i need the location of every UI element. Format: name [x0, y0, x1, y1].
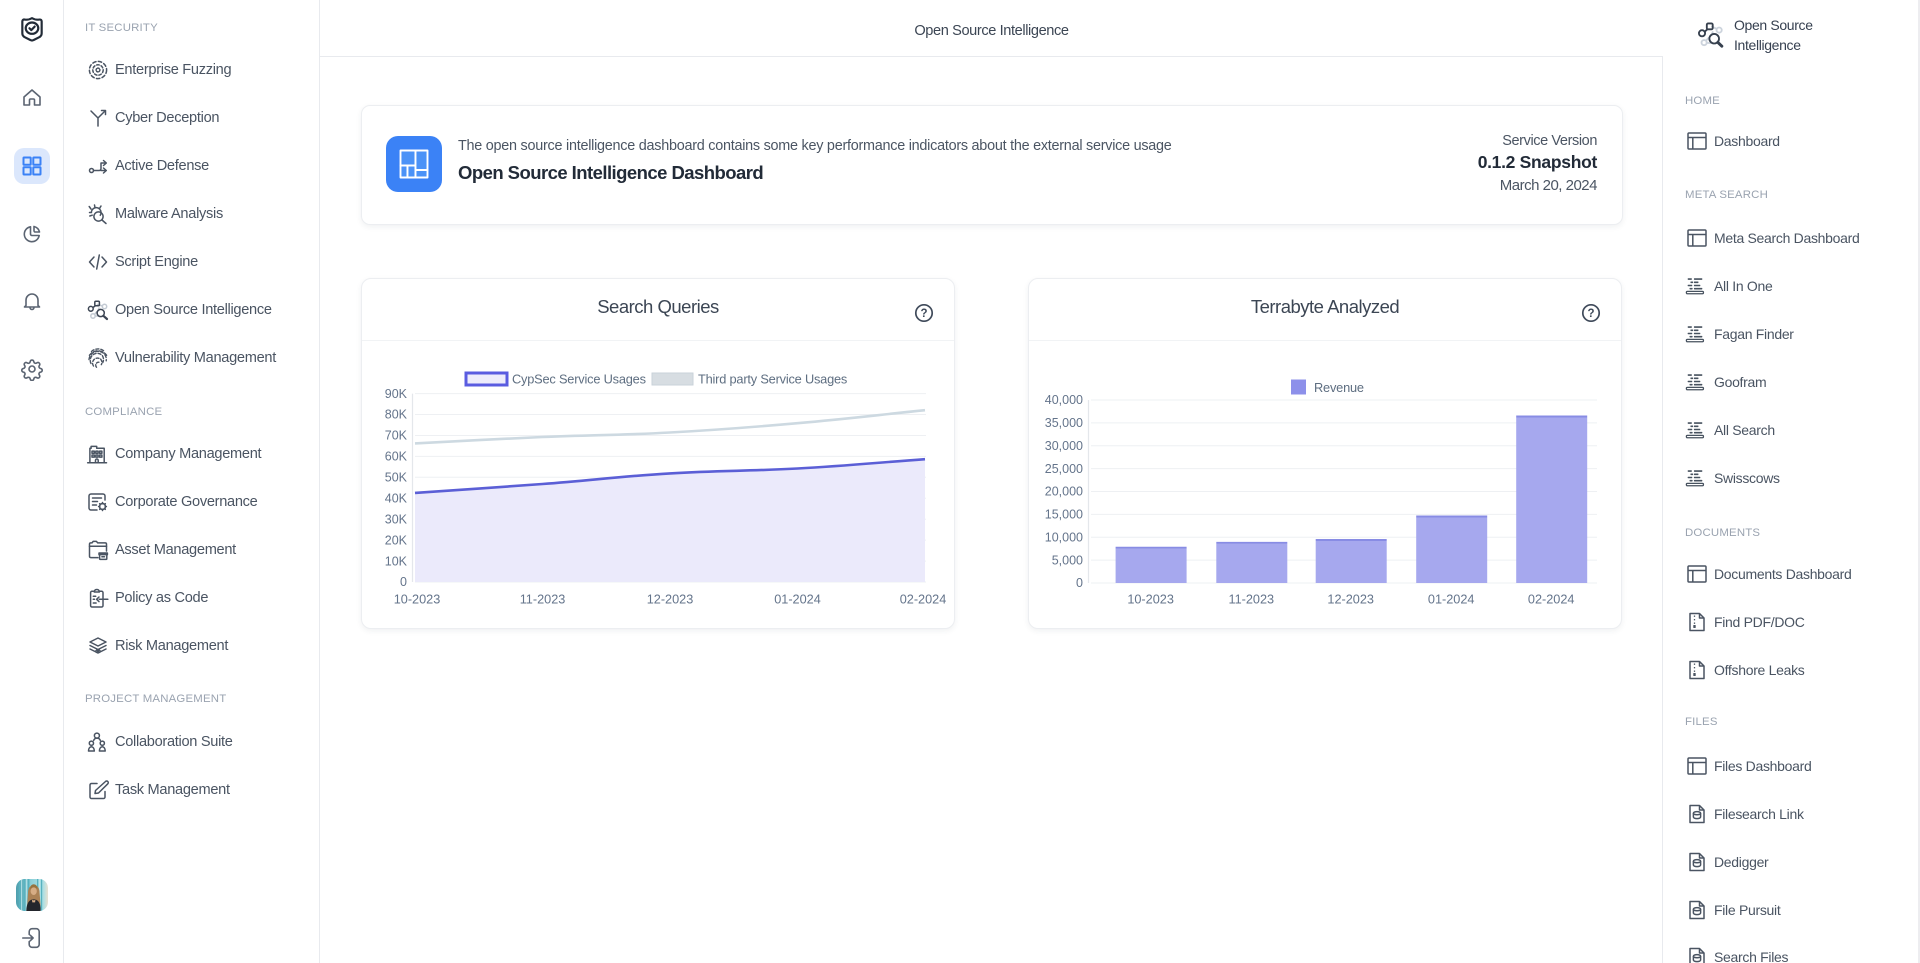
- svg-text:5,000: 5,000: [1052, 553, 1083, 567]
- svg-text:50K: 50K: [385, 471, 408, 485]
- svg-text:Third party Service Usages: Third party Service Usages: [698, 372, 847, 387]
- svg-text:20,000: 20,000: [1045, 485, 1083, 499]
- svg-text:02-2024: 02-2024: [900, 593, 947, 607]
- svg-text:10-2023: 10-2023: [394, 593, 441, 607]
- svg-text:?: ?: [920, 308, 927, 320]
- svg-text:0: 0: [400, 575, 407, 589]
- svg-text:01-2024: 01-2024: [774, 593, 821, 607]
- svg-text:?: ?: [1587, 308, 1594, 320]
- svg-text:60K: 60K: [385, 450, 408, 464]
- svg-text:30,000: 30,000: [1045, 439, 1083, 453]
- svg-text:11-2023: 11-2023: [1228, 593, 1274, 607]
- svg-text:10-2023: 10-2023: [1127, 593, 1174, 607]
- svg-text:Revenue: Revenue: [1314, 380, 1364, 395]
- svg-text:11-2023: 11-2023: [520, 593, 566, 607]
- svg-text:70K: 70K: [385, 429, 408, 443]
- svg-text:CypSec Service Usages: CypSec Service Usages: [512, 372, 646, 387]
- svg-text:90K: 90K: [385, 387, 408, 401]
- svg-text:10,000: 10,000: [1045, 531, 1083, 545]
- svg-text:01-2024: 01-2024: [1428, 593, 1475, 607]
- svg-text:15,000: 15,000: [1045, 508, 1083, 522]
- svg-text:30K: 30K: [385, 512, 408, 526]
- svg-text:25,000: 25,000: [1045, 462, 1083, 476]
- svg-text:12-2023: 12-2023: [647, 593, 694, 607]
- svg-text:02-2024: 02-2024: [1528, 593, 1575, 607]
- svg-text:80K: 80K: [385, 408, 408, 422]
- svg-text:35,000: 35,000: [1045, 416, 1083, 430]
- svg-text:10K: 10K: [385, 554, 408, 568]
- svg-text:20K: 20K: [385, 533, 408, 547]
- svg-text:40K: 40K: [385, 492, 408, 506]
- svg-text:12-2023: 12-2023: [1327, 593, 1374, 607]
- svg-text:0: 0: [1076, 576, 1083, 590]
- svg-text:40,000: 40,000: [1045, 393, 1083, 407]
